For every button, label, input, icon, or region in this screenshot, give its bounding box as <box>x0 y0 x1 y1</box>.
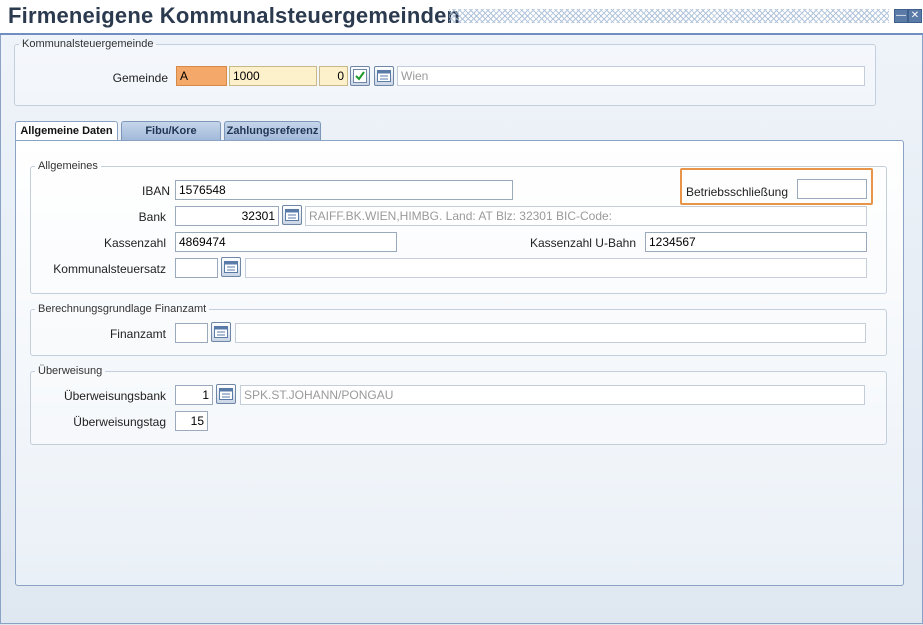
kassenzahl-ubahn-field[interactable]: 1234567 <box>645 232 867 252</box>
ueberweisungsbank-label: Überweisungsbank <box>63 389 166 403</box>
check-icon <box>353 69 367 83</box>
gemeinde-index-field[interactable]: 0 <box>319 66 348 86</box>
bank-label: Bank <box>138 210 166 224</box>
kassenzahl-ubahn-label: Kassenzahl U-Bahn <box>529 236 636 250</box>
minimize-icon[interactable]: — <box>894 9 908 23</box>
kommunalsteuersatz-label: Kommunalsteuersatz <box>53 262 166 276</box>
kassenzahl-field[interactable]: 4869474 <box>175 232 397 252</box>
gemeinde-number-field[interactable]: 1000 <box>229 66 317 86</box>
close-icon[interactable]: ✕ <box>908 9 922 23</box>
betriebsschliessung-label: Betriebsschließung <box>685 185 788 199</box>
kommunalsteuersatz-lookup-button[interactable] <box>221 257 241 277</box>
tab-zahlungsreferenz[interactable]: Zahlungsreferenz <box>224 121 321 141</box>
kassenzahl-label: Kassenzahl <box>103 236 166 250</box>
iban-field[interactable]: 1576548 <box>175 180 513 200</box>
kommunalsteuergemeinde-legend: Kommunalsteuergemeinde <box>22 38 154 50</box>
finanzamt-field[interactable] <box>175 323 208 343</box>
kommunalsteuersatz-desc-field <box>245 258 867 278</box>
ueberweisungsbank-name-field: SPK.ST.JOHANN/PONGAU <box>240 385 865 405</box>
gemeinde-name-field: Wien <box>397 66 865 86</box>
gemeinde-label: Gemeinde <box>112 71 168 85</box>
bank-name-field: RAIFF.BK.WIEN,HIMBG. Land: AT Blz: 32301… <box>305 206 867 226</box>
ueberweisungstag-field[interactable]: 15 <box>175 411 208 431</box>
ueberweisung-legend: Überweisung <box>38 365 103 377</box>
list-lookup-icon <box>219 388 233 400</box>
gemeinde-lookup-button[interactable] <box>374 66 394 86</box>
finanzamt-label: Finanzamt <box>109 327 166 341</box>
list-lookup-icon <box>285 209 299 221</box>
allgemeines-legend: Allgemeines <box>38 160 98 172</box>
title-pattern <box>449 9 889 23</box>
list-lookup-icon <box>214 326 228 338</box>
list-lookup-icon <box>377 70 391 82</box>
ueberweisungsbank-lookup-button[interactable] <box>216 384 236 404</box>
kommunalsteuersatz-field[interactable] <box>175 258 218 278</box>
ueberweisung-group: Überweisung <box>30 365 887 445</box>
finanzamt-desc-field <box>235 323 866 343</box>
berechnungsgrundlage-legend: Berechnungsgrundlage Finanzamt <box>38 303 207 315</box>
tab-fibu-kore[interactable]: Fibu/Kore <box>121 121 221 141</box>
list-lookup-icon <box>224 261 238 273</box>
iban-label: IBAN <box>141 184 170 198</box>
tab-allgemeine-daten[interactable]: Allgemeine Daten <box>15 121 118 142</box>
ueberweisungstag-label: Überweisungstag <box>73 415 166 429</box>
bank-lookup-button[interactable] <box>282 205 302 225</box>
confirm-check-button[interactable] <box>350 66 370 86</box>
gemeinde-code-field[interactable]: A <box>176 66 227 86</box>
ueberweisungsbank-code-field[interactable]: 1 <box>175 385 213 405</box>
betriebsschliessung-field[interactable] <box>797 179 867 199</box>
finanzamt-lookup-button[interactable] <box>211 322 231 342</box>
bank-code-field[interactable]: 32301 <box>175 206 279 226</box>
window-title: Firmeneigene Kommunalsteuergemeinden <box>8 3 461 28</box>
title-bar: Firmeneigene Kommunalsteuergemeinden — ✕ <box>0 0 923 34</box>
